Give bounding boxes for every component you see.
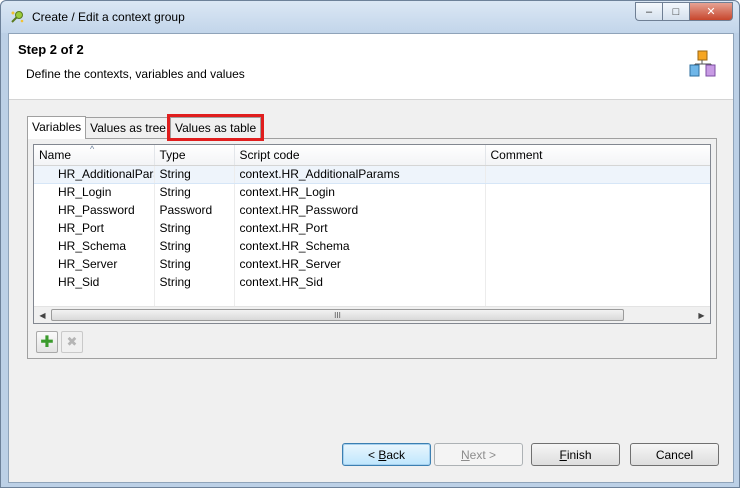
remove-icon: ✖ (66, 334, 78, 349)
tab-strip: Variables Values as tree Values as table (27, 114, 265, 141)
column-header-label: Name (39, 147, 72, 162)
cell-comment[interactable] (485, 201, 710, 219)
scrollbar-thumb[interactable]: III (51, 309, 624, 321)
cell-name[interactable]: HR_Sid (34, 273, 155, 291)
horizontal-scrollbar[interactable]: ◀ III ▶ (34, 306, 710, 323)
step-description: Define the contexts, variables and value… (26, 67, 245, 81)
cell-script-code[interactable]: context.HR_AdditionalParams (234, 164, 486, 184)
context-group-icon (9, 9, 25, 25)
cell-type[interactable]: String (154, 273, 235, 291)
cell-script-code[interactable]: context.HR_Schema (234, 237, 486, 255)
table-row[interactable]: HR_Schema String context.HR_Schema (34, 237, 710, 255)
back-button-mnemonic: B (378, 447, 387, 462)
add-icon: ✚ (40, 334, 54, 351)
next-button-label: ext > (469, 447, 497, 462)
cell-comment[interactable] (485, 183, 710, 201)
column-header-script-code[interactable]: Script code (234, 145, 486, 166)
cancel-button[interactable]: Cancel (630, 443, 719, 466)
column-header-type[interactable]: Type (154, 145, 235, 166)
finish-button-label: inish (566, 447, 592, 462)
scrollbar-grip-icon: III (334, 310, 341, 320)
cell-comment[interactable] (485, 273, 710, 291)
maximize-button[interactable]: □ (662, 2, 689, 21)
cell-type[interactable]: String (154, 237, 235, 255)
scroll-right-icon[interactable]: ▶ (693, 307, 710, 323)
finish-button[interactable]: Finish (531, 443, 620, 466)
cell-name[interactable]: HR_AdditionalParams (34, 164, 155, 184)
cell-name[interactable]: HR_Server (34, 255, 155, 273)
cell-comment[interactable] (485, 255, 710, 273)
back-button-label: ack (386, 447, 406, 462)
sort-ascending-icon: ^ (90, 144, 95, 154)
wizard-header: Step 2 of 2 Define the contexts, variabl… (9, 34, 733, 100)
column-header-name[interactable]: Name ^ (34, 144, 155, 166)
table-row[interactable]: HR_Login String context.HR_Login (34, 183, 710, 201)
table-row[interactable]: HR_Sid String context.HR_Sid (34, 273, 710, 291)
cell-script-code[interactable]: context.HR_Sid (234, 273, 486, 291)
next-button[interactable]: Next > (434, 443, 523, 466)
add-variable-button[interactable]: ✚ (36, 331, 58, 353)
cell-script-code[interactable]: context.HR_Password (234, 201, 486, 219)
cell-name[interactable]: HR_Schema (34, 237, 155, 255)
cell-comment[interactable] (485, 237, 710, 255)
tab-content: Name ^ Type Script code Comment HR_Additi… (27, 138, 717, 359)
cell-name[interactable]: HR_Password (34, 201, 155, 219)
cell-name[interactable]: HR_Login (34, 183, 155, 201)
scroll-left-icon[interactable]: ◀ (34, 307, 51, 323)
dialog-body: Step 2 of 2 Define the contexts, variabl… (8, 33, 734, 483)
cell-comment[interactable] (485, 164, 710, 184)
table-row[interactable]: HR_Port String context.HR_Port (34, 219, 710, 237)
table-row[interactable]: HR_AdditionalParams String context.HR_Ad… (34, 164, 710, 184)
tab-variables[interactable]: Variables (27, 116, 87, 139)
table-header-row: Name ^ Type Script code Comment (34, 144, 710, 166)
finish-button-mnemonic: F (559, 447, 567, 462)
cell-type[interactable]: String (154, 183, 235, 201)
cell-script-code[interactable]: context.HR_Login (234, 183, 486, 201)
remove-variable-button[interactable]: ✖ (61, 331, 83, 353)
table-row[interactable]: HR_Server String context.HR_Server (34, 255, 710, 273)
minimize-button[interactable]: – (635, 2, 662, 21)
cell-script-code[interactable]: context.HR_Port (234, 219, 486, 237)
variables-table: Name ^ Type Script code Comment HR_Additi… (33, 144, 711, 324)
dialog-window: Create / Edit a context group – □ ✕ Step… (0, 0, 740, 488)
back-button[interactable]: < Back (342, 443, 431, 466)
wizard-context-icon (687, 48, 719, 80)
cell-name[interactable]: HR_Port (34, 219, 155, 237)
cell-type[interactable]: Password (154, 201, 235, 219)
step-title: Step 2 of 2 (18, 42, 84, 57)
title-bar[interactable]: Create / Edit a context group – □ ✕ (1, 1, 739, 33)
tab-values-as-tree[interactable]: Values as tree (85, 117, 171, 138)
table-row[interactable]: HR_Password Password context.HR_Password (34, 201, 710, 219)
cell-comment[interactable] (485, 219, 710, 237)
cell-type[interactable]: String (154, 255, 235, 273)
next-button-mnemonic: N (460, 447, 470, 462)
window-controls: – □ ✕ (635, 2, 733, 22)
back-button-prefix: < (367, 447, 379, 462)
close-button[interactable]: ✕ (689, 2, 733, 21)
tab-folder: Variables Values as tree Values as table… (27, 114, 717, 359)
column-header-comment[interactable]: Comment (485, 145, 710, 166)
window-title: Create / Edit a context group (32, 10, 185, 24)
tab-values-as-table[interactable]: Values as table (166, 114, 265, 141)
cell-type[interactable]: String (154, 164, 235, 184)
cell-type[interactable]: String (154, 219, 235, 237)
cell-script-code[interactable]: context.HR_Server (234, 255, 486, 273)
